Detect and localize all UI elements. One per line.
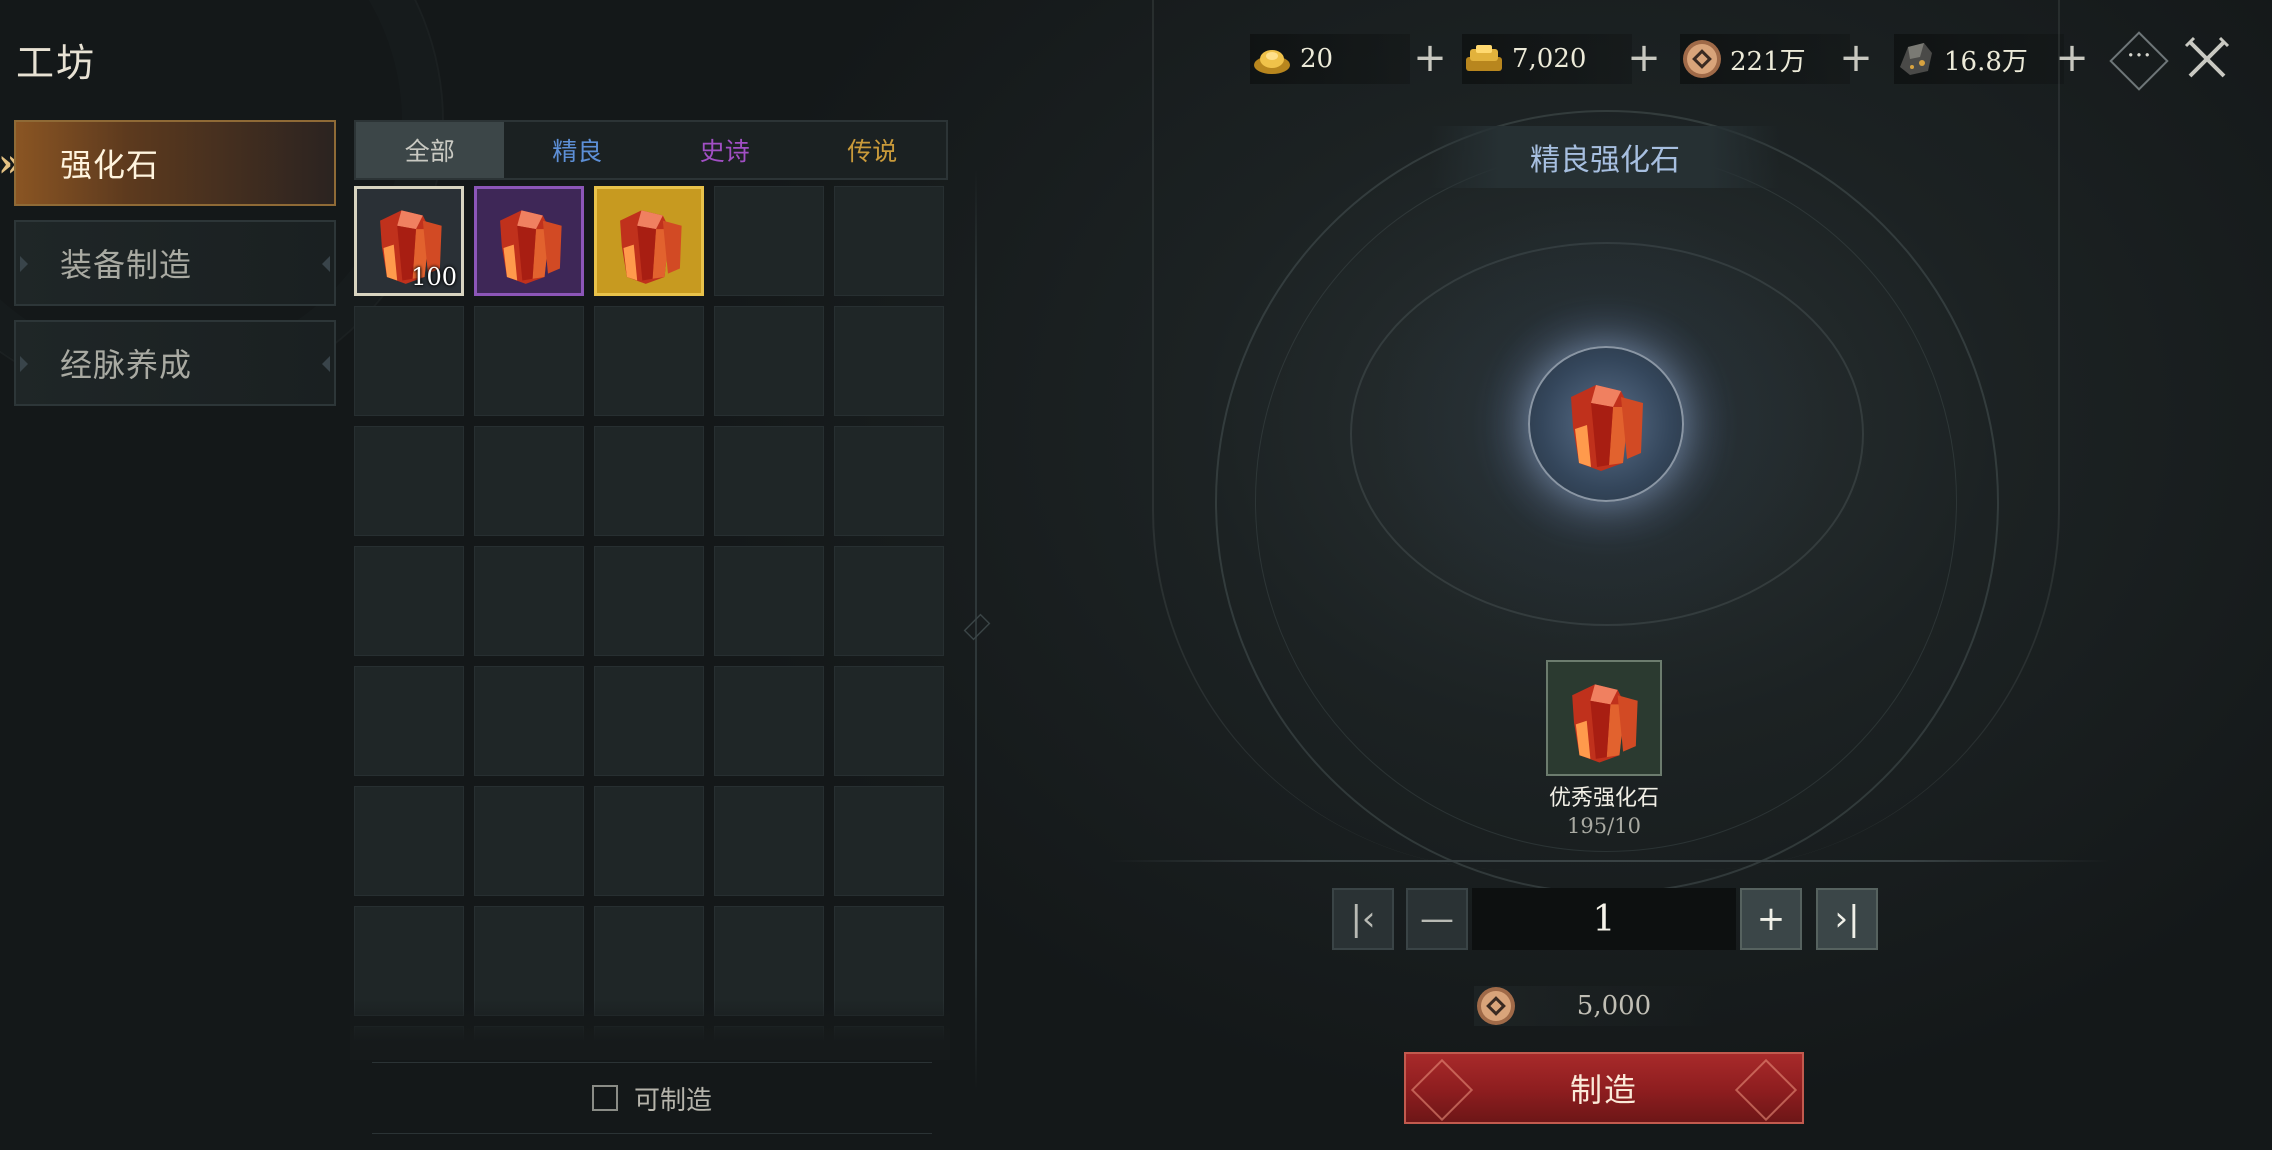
page-title: 工坊 <box>16 41 97 85</box>
empty-slot <box>834 186 944 296</box>
empty-slot <box>474 306 584 416</box>
tab-fine[interactable]: 精良 <box>504 122 652 178</box>
item-title-label: 精良强化石 <box>1530 143 1680 178</box>
grid-item-common[interactable]: 100 <box>354 186 464 296</box>
empty-slot <box>714 426 824 536</box>
empty-slot <box>834 786 944 896</box>
min-quantity-button[interactable]: |‹ <box>1332 888 1394 950</box>
empty-slot <box>594 306 704 416</box>
notch-icon <box>322 256 330 272</box>
craft-button-label: 制造 <box>1569 1071 1638 1109</box>
rarity-tabs: 全部 精良 史诗 传说 <box>354 120 948 180</box>
empty-slot <box>354 546 464 656</box>
red-crystal-icon <box>1572 684 1638 763</box>
cost-value: 5,000 <box>1576 991 1652 1021</box>
notch-icon <box>322 356 330 372</box>
decrease-button[interactable]: — <box>1406 888 1468 950</box>
craft-button[interactable]: 制造 <box>1404 1052 1804 1124</box>
tab-label: 全部 <box>404 137 455 166</box>
empty-slot <box>354 786 464 896</box>
tab-label: 传说 <box>847 137 898 166</box>
empty-slot <box>354 306 464 416</box>
material-name: 优秀强化石 <box>1548 786 1659 811</box>
empty-slot <box>714 546 824 656</box>
max-quantity-button[interactable]: ›| <box>1816 888 1878 950</box>
increase-button[interactable]: + <box>1740 888 1802 950</box>
tab-label: 史诗 <box>699 137 750 166</box>
empty-slot <box>834 666 944 776</box>
divider-handle[interactable] <box>963 613 991 641</box>
ornament-icon <box>1410 1058 1474 1122</box>
red-crystal-icon <box>500 210 562 284</box>
sidebar-item-meridian[interactable]: 经脉养成 <box>14 320 336 406</box>
item-count: 100 <box>411 263 457 291</box>
grid-item-legendary[interactable] <box>594 186 704 296</box>
item-grid: 100 <box>354 186 944 1046</box>
empty-slot <box>834 306 944 416</box>
empty-slot <box>594 426 704 536</box>
empty-slot <box>714 186 824 296</box>
tab-legendary[interactable]: 传说 <box>799 122 947 178</box>
red-crystal-icon <box>1571 385 1643 471</box>
empty-slot <box>834 426 944 536</box>
craftable-checkbox[interactable] <box>591 1085 618 1111</box>
grid-fade <box>350 1000 950 1060</box>
sidebar-item-label: 经脉养成 <box>60 346 193 384</box>
empty-slot <box>714 306 824 416</box>
close-icon[interactable] <box>2182 34 2232 84</box>
empty-slot <box>474 786 584 896</box>
section-divider <box>1110 860 2110 862</box>
sidebar-item-equipment-craft[interactable]: 装备制造 <box>14 220 336 306</box>
empty-slot <box>594 786 704 896</box>
quantity-input[interactable]: 1 <box>1472 888 1736 950</box>
empty-slot <box>474 666 584 776</box>
more-dots-icon: ··· <box>2126 41 2152 71</box>
ornament-icon <box>1734 1058 1798 1122</box>
notch-icon <box>20 256 28 272</box>
copper-coin-icon <box>1477 987 1515 1025</box>
empty-slot <box>594 666 704 776</box>
craftable-label: 可制造 <box>633 1085 712 1116</box>
craft-cost: 5,000 <box>1474 986 1714 1026</box>
item-title: 精良强化石 <box>1430 126 1780 188</box>
red-crystal-icon <box>620 210 682 284</box>
grid-item-epic[interactable] <box>474 186 584 296</box>
empty-slot <box>474 426 584 536</box>
sidebar-item-label: 装备制造 <box>60 246 193 284</box>
empty-slot <box>714 786 824 896</box>
tab-label: 精良 <box>552 137 603 166</box>
empty-slot <box>474 546 584 656</box>
sidebar-item-enhance-stone[interactable]: 强化石 <box>14 120 336 206</box>
material-slot[interactable] <box>1546 660 1662 776</box>
notch-icon <box>20 356 28 372</box>
tab-epic[interactable]: 史诗 <box>651 122 799 178</box>
tab-all[interactable]: 全部 <box>356 122 504 178</box>
empty-slot <box>354 426 464 536</box>
sidebar-item-label: 强化石 <box>60 146 160 184</box>
empty-slot <box>834 546 944 656</box>
workshop-screen: 工坊 » 强化石 装备制造 经脉养成 全部 精良 史诗 传说 100 可制造 2… <box>0 0 2272 1150</box>
item-preview <box>1528 346 1684 502</box>
empty-slot <box>714 666 824 776</box>
empty-slot <box>354 666 464 776</box>
craftable-filter[interactable]: 可制造 <box>372 1062 932 1134</box>
empty-slot <box>594 546 704 656</box>
material-count: 195/10 <box>1567 814 1641 838</box>
